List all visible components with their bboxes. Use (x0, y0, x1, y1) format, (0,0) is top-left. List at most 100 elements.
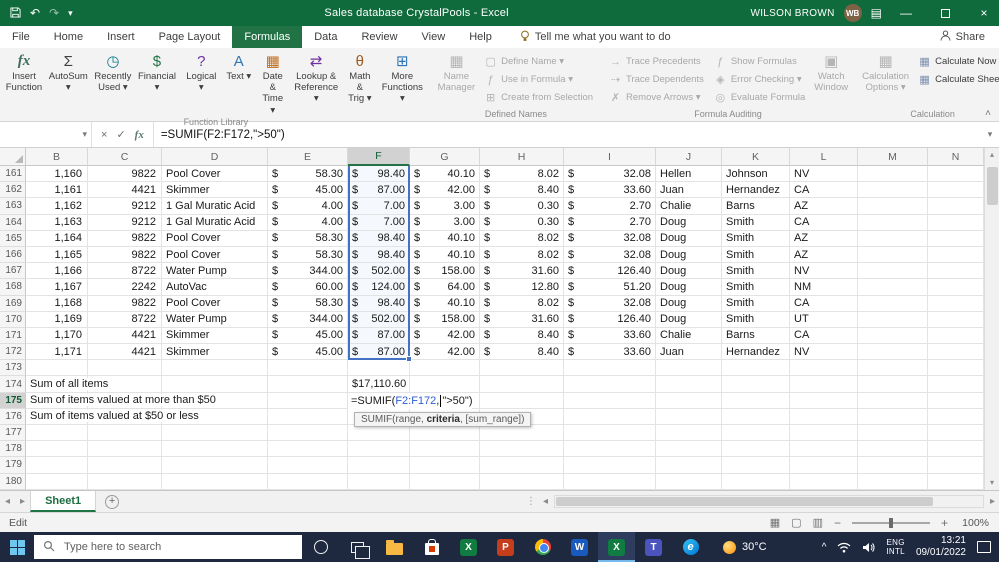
cell-B174[interactable]: Sum of all items (26, 376, 112, 393)
cell-L162[interactable]: CA (790, 182, 858, 199)
cell-B180[interactable] (26, 473, 88, 490)
microsoft-store-taskbar-button[interactable] (413, 532, 450, 562)
cell-K165[interactable]: Smith (722, 230, 790, 247)
tab-insert[interactable]: Insert (95, 26, 147, 48)
cell-F179[interactable] (348, 457, 410, 474)
cell-M177[interactable] (858, 425, 928, 442)
cell-D161[interactable]: Pool Cover (162, 166, 268, 183)
cell-M176[interactable] (858, 408, 928, 425)
cell-H174[interactable] (480, 376, 564, 393)
vertical-scroll-thumb[interactable] (987, 167, 998, 205)
tab-review[interactable]: Review (349, 26, 409, 48)
cell-M178[interactable] (858, 441, 928, 458)
cell-N166[interactable] (928, 246, 984, 264)
cell-C162[interactable]: 4421 (88, 182, 162, 199)
column-header-I[interactable]: I (564, 148, 656, 166)
column-header-M[interactable]: M (858, 148, 928, 166)
calculate-sheet-button[interactable]: ▦ Calculate Sheet (915, 71, 999, 88)
cell-G172[interactable]: $42.00 (410, 344, 480, 361)
cell-E179[interactable] (268, 457, 348, 474)
cell-D180[interactable] (162, 473, 268, 490)
cell-E165[interactable]: $58.30 (268, 230, 348, 247)
cell-B163[interactable]: 1,162 (26, 198, 88, 215)
cell-G165[interactable]: $40.10 (410, 230, 480, 247)
cell-H170[interactable]: $31.60 (480, 311, 564, 328)
cell-I162[interactable]: $33.60 (564, 182, 656, 199)
cell-J167[interactable]: Doug (656, 263, 722, 280)
cell-N178[interactable] (928, 441, 984, 458)
cell-M170[interactable] (858, 311, 928, 328)
cell-N170[interactable] (928, 311, 984, 328)
cell-I167[interactable]: $126.40 (564, 263, 656, 280)
cell-N164[interactable] (928, 214, 984, 231)
zoom-in-button[interactable]: + (941, 516, 948, 530)
cell-B176[interactable]: Sum of items valued at $50 or less (26, 408, 202, 425)
cell-C170[interactable]: 8722 (88, 311, 162, 328)
cell-L161[interactable]: NV (790, 166, 858, 183)
cell-F163[interactable]: $7.00 (348, 198, 410, 215)
autosum-button[interactable]: Σ AutoSum ▾ (44, 49, 93, 93)
page-break-view-icon[interactable]: ▥ (813, 516, 823, 529)
select-all-corner[interactable] (0, 148, 26, 166)
cell-L166[interactable]: AZ (790, 246, 858, 264)
cell-E178[interactable] (268, 441, 348, 458)
cell-M164[interactable] (858, 214, 928, 231)
cell-D179[interactable] (162, 457, 268, 474)
powerpoint-taskbar-button[interactable]: P (487, 532, 524, 562)
row-header-177[interactable]: 177 (0, 425, 26, 442)
cell-D163[interactable]: 1 Gal Muratic Acid (162, 198, 268, 215)
row-header-171[interactable]: 171 (0, 327, 26, 345)
avatar[interactable]: WB (843, 4, 862, 22)
cell-L163[interactable]: AZ (790, 198, 858, 215)
cell-G174[interactable] (410, 376, 480, 393)
cell-J172[interactable]: Juan (656, 344, 722, 361)
cell-M162[interactable] (858, 182, 928, 199)
page-layout-view-icon[interactable]: ▢ (791, 516, 801, 529)
cell-M180[interactable] (858, 473, 928, 490)
cell-M175[interactable] (858, 392, 928, 409)
cell-K167[interactable]: Smith (722, 263, 790, 280)
cell-B169[interactable]: 1,168 (26, 295, 88, 312)
cell-C161[interactable]: 9822 (88, 166, 162, 183)
clock[interactable]: 13:21 09/01/2022 (916, 535, 966, 560)
collapse-ribbon-icon[interactable]: ˄ (985, 108, 991, 119)
cell-I168[interactable]: $51.20 (564, 279, 656, 296)
zoom-out-button[interactable]: − (834, 516, 841, 530)
column-header-C[interactable]: C (88, 148, 162, 166)
column-header-F[interactable]: F (348, 148, 410, 166)
column-header-H[interactable]: H (480, 148, 564, 166)
cell-L172[interactable]: NV (790, 344, 858, 361)
hscroll-splitter[interactable]: ⋮ (523, 496, 539, 507)
cell-D178[interactable] (162, 441, 268, 458)
tell-me[interactable]: Tell me what you want to do (520, 30, 671, 45)
close-button[interactable]: × (969, 0, 999, 26)
cell-L177[interactable] (790, 425, 858, 442)
teams-taskbar-button[interactable]: T (635, 532, 672, 562)
cell-E164[interactable]: $4.00 (268, 214, 348, 231)
cell-N169[interactable] (928, 295, 984, 312)
cell-G166[interactable]: $40.10 (410, 246, 480, 264)
cell-B168[interactable]: 1,167 (26, 279, 88, 296)
cell-L179[interactable] (790, 457, 858, 474)
cell-F162[interactable]: $87.00 (348, 182, 410, 199)
cell-G171[interactable]: $42.00 (410, 327, 480, 345)
column-header-E[interactable]: E (268, 148, 348, 166)
cell-I163[interactable]: $2.70 (564, 198, 656, 215)
cell-K179[interactable] (722, 457, 790, 474)
cell-E168[interactable]: $60.00 (268, 279, 348, 296)
cell-J163[interactable]: Chalie (656, 198, 722, 215)
cell-J170[interactable]: Doug (656, 311, 722, 328)
column-header-N[interactable]: N (928, 148, 984, 166)
cell-C172[interactable]: 4421 (88, 344, 162, 361)
cell-J177[interactable] (656, 425, 722, 442)
cell-L170[interactable]: UT (790, 311, 858, 328)
cell-C171[interactable]: 4421 (88, 327, 162, 345)
cell-J171[interactable]: Chalie (656, 327, 722, 345)
cell-H171[interactable]: $8.40 (480, 327, 564, 345)
qat-customize-icon[interactable]: ▾ (68, 8, 73, 18)
calculate-now-button[interactable]: ▦ Calculate Now (915, 53, 999, 70)
cell-E176[interactable] (268, 408, 348, 425)
cell-E161[interactable]: $58.30 (268, 166, 348, 183)
cell-L176[interactable] (790, 408, 858, 425)
cell-D167[interactable]: Water Pump (162, 263, 268, 280)
